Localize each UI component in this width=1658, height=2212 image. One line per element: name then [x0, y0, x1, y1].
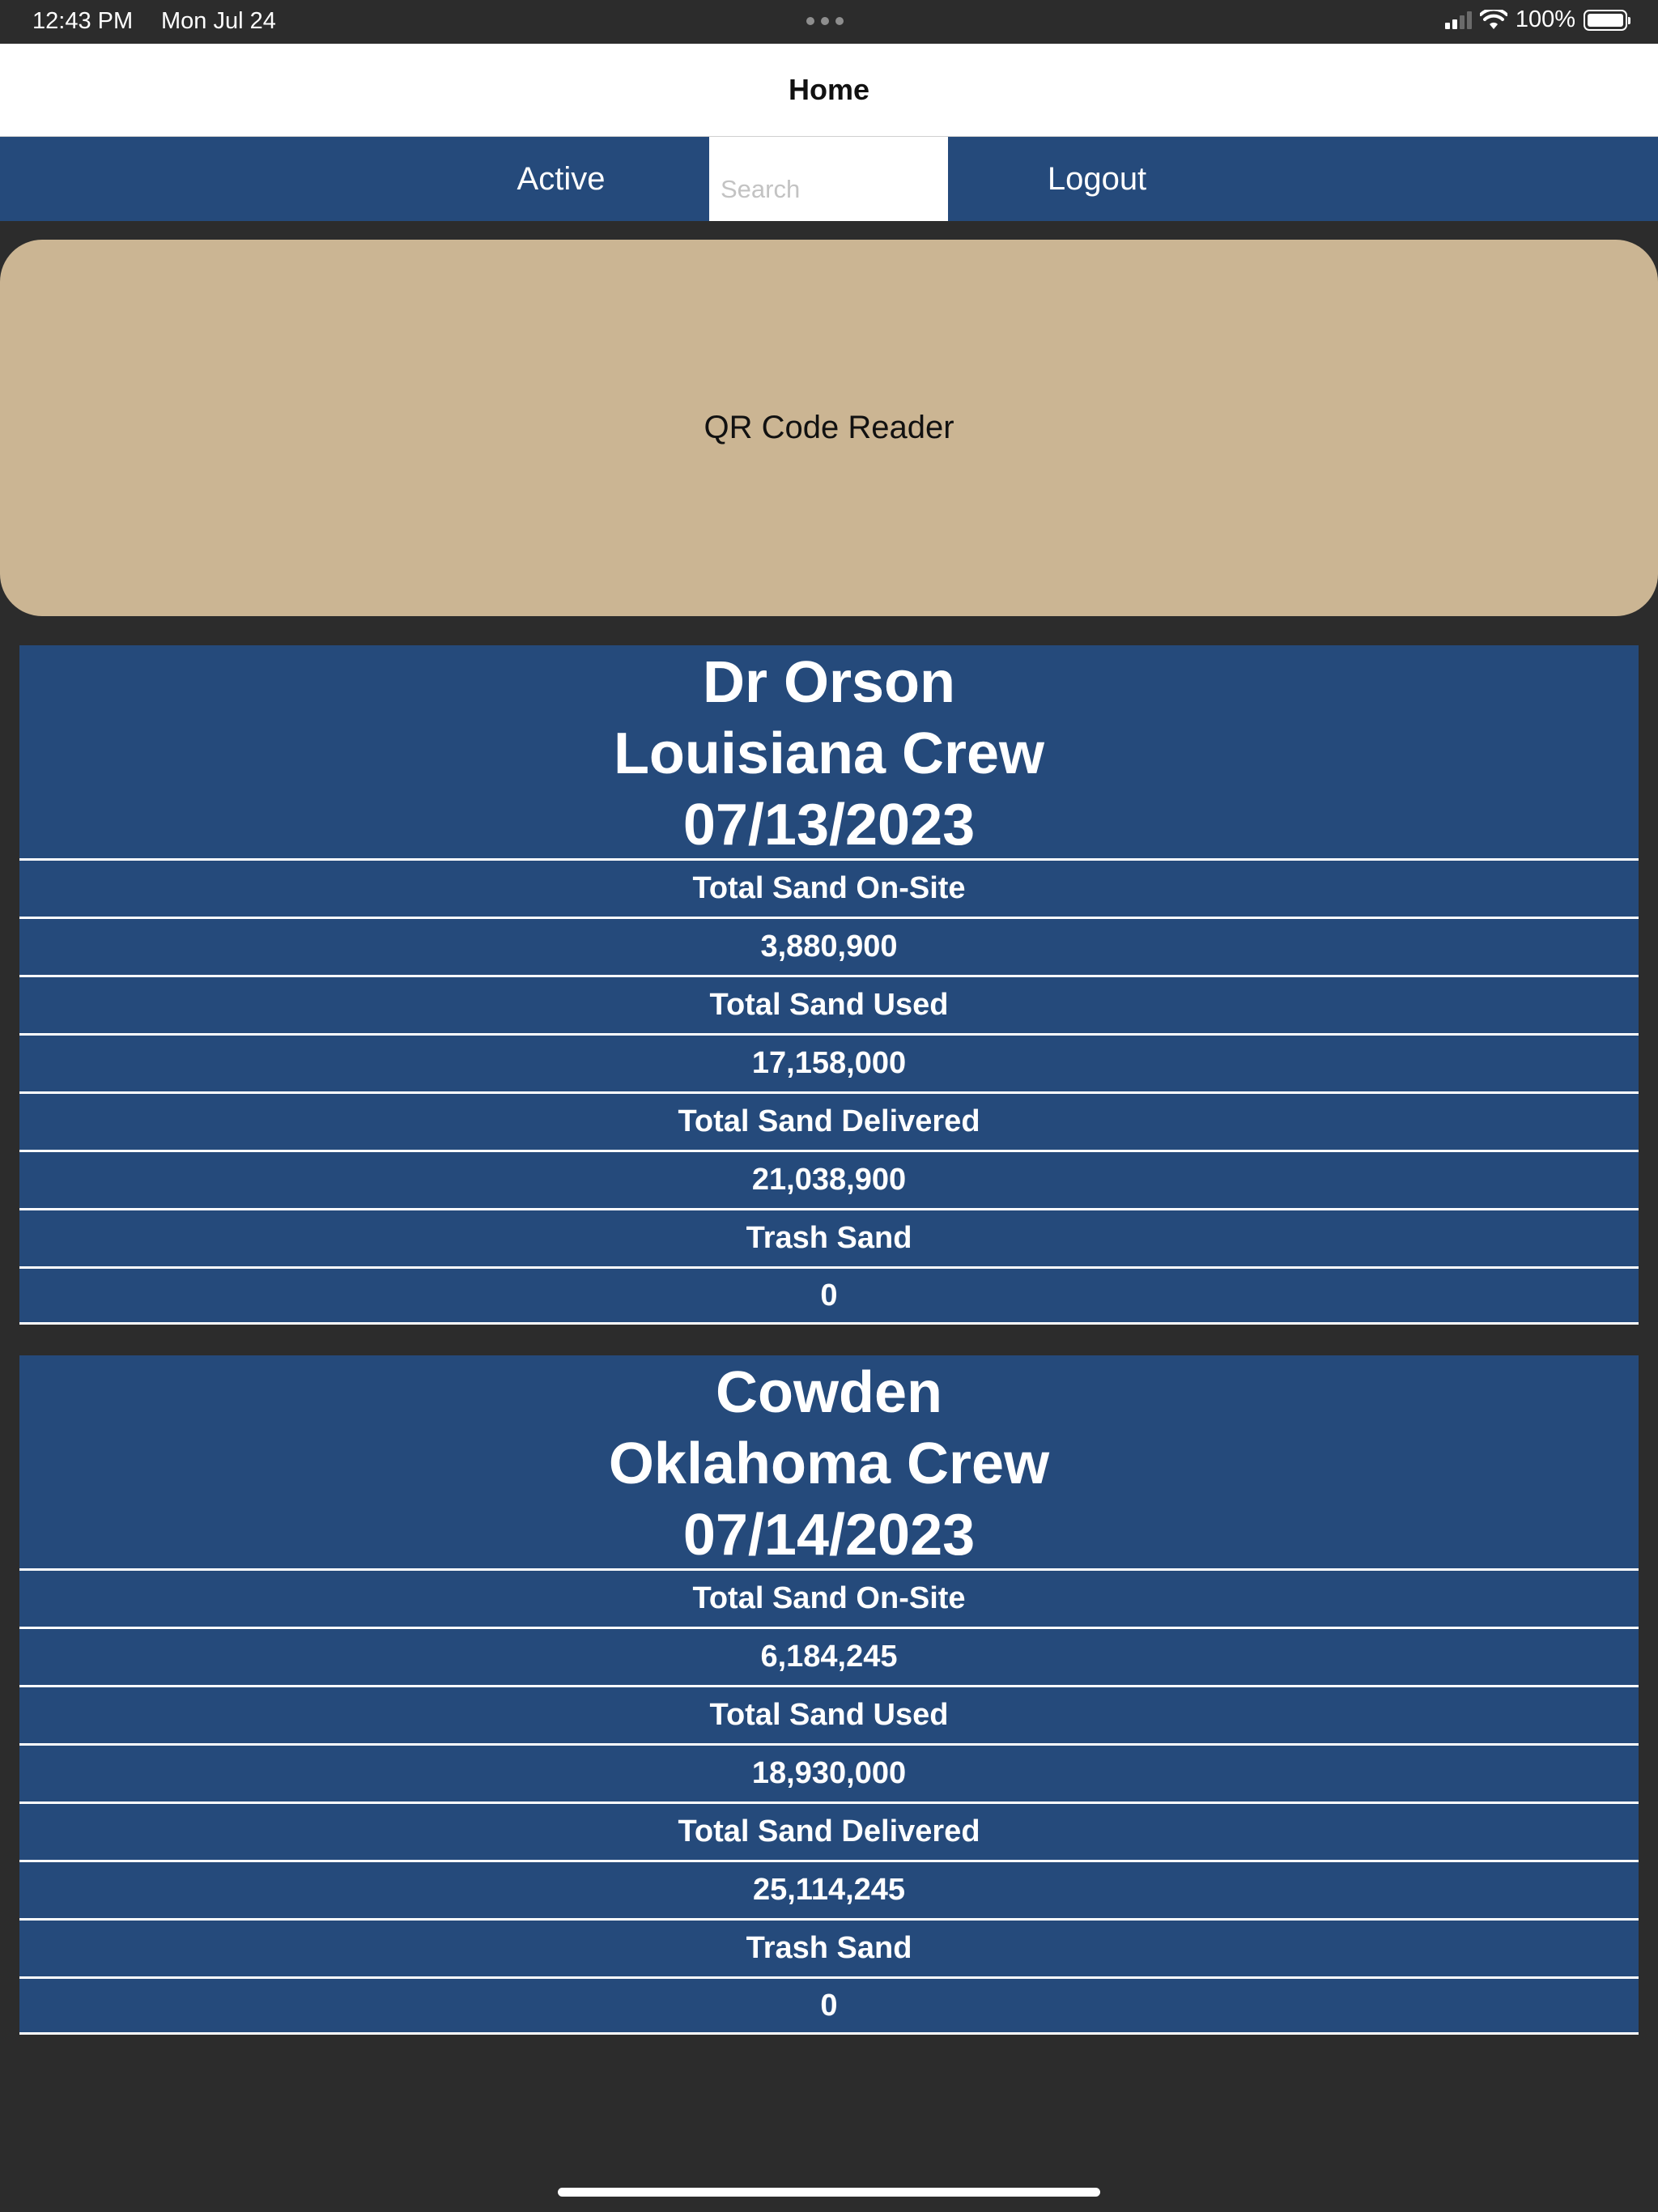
logout-button[interactable]: Logout — [992, 137, 1202, 221]
status-time: 12:43 PM — [32, 8, 134, 34]
cellular-signal-icon — [1444, 11, 1472, 29]
total-sand-used-label: Total Sand Used — [19, 1685, 1639, 1743]
battery-percentage: 100% — [1515, 6, 1575, 32]
total-sand-delivered-label: Total Sand Delivered — [19, 1091, 1639, 1150]
page-title: Home — [788, 73, 870, 106]
trash-sand-label: Trash Sand — [19, 1208, 1639, 1266]
status-date: Mon Jul 24 — [161, 8, 276, 34]
crew-name: Oklahoma Crew — [608, 1431, 1050, 1496]
card-date: 07/14/2023 — [682, 1502, 976, 1568]
total-sand-on-site-value: 6,184,245 — [19, 1627, 1639, 1685]
home-indicator[interactable] — [558, 2188, 1100, 2197]
site-name: Dr Orson — [702, 649, 956, 715]
trash-sand-value: 0 — [19, 1266, 1639, 1325]
trash-sand-value: 0 — [19, 1976, 1639, 2035]
site-name: Cowden — [716, 1359, 942, 1425]
crew-card[interactable]: Cowden Oklahoma Crew 07/14/2023 Total Sa… — [19, 1355, 1639, 2035]
search-input[interactable] — [709, 137, 948, 221]
status-bar: 12:43 PM Mon Jul 24 100% — [0, 0, 1658, 44]
status-indicators: 100% — [1444, 6, 1630, 33]
card-date: 07/13/2023 — [682, 792, 976, 857]
total-sand-on-site-label: Total Sand On-Site — [19, 858, 1639, 917]
total-sand-used-value: 17,158,000 — [19, 1033, 1639, 1091]
qr-code-reader-button[interactable]: QR Code Reader — [0, 240, 1658, 616]
total-sand-on-site-label: Total Sand On-Site — [19, 1568, 1639, 1627]
trash-sand-label: Trash Sand — [19, 1918, 1639, 1976]
total-sand-delivered-value: 21,038,900 — [19, 1150, 1639, 1208]
card-header: Cowden Oklahoma Crew 07/14/2023 — [19, 1355, 1639, 1568]
total-sand-delivered-label: Total Sand Delivered — [19, 1802, 1639, 1860]
crew-card[interactable]: Dr Orson Louisiana Crew 07/13/2023 Total… — [19, 645, 1639, 1325]
wifi-icon — [1479, 9, 1507, 29]
navigation-header: Home — [0, 44, 1658, 137]
total-sand-on-site-value: 3,880,900 — [19, 917, 1639, 975]
toolbar: Active Logout — [0, 137, 1658, 221]
card-header: Dr Orson Louisiana Crew 07/13/2023 — [19, 645, 1639, 858]
total-sand-used-value: 18,930,000 — [19, 1743, 1639, 1802]
multitasking-dots-icon[interactable] — [806, 17, 844, 25]
qr-code-reader-label: QR Code Reader — [704, 410, 954, 445]
total-sand-delivered-value: 25,114,245 — [19, 1860, 1639, 1918]
total-sand-used-label: Total Sand Used — [19, 975, 1639, 1033]
active-button[interactable]: Active — [456, 137, 666, 221]
crew-name: Louisiana Crew — [613, 721, 1045, 786]
battery-icon — [1584, 9, 1630, 31]
